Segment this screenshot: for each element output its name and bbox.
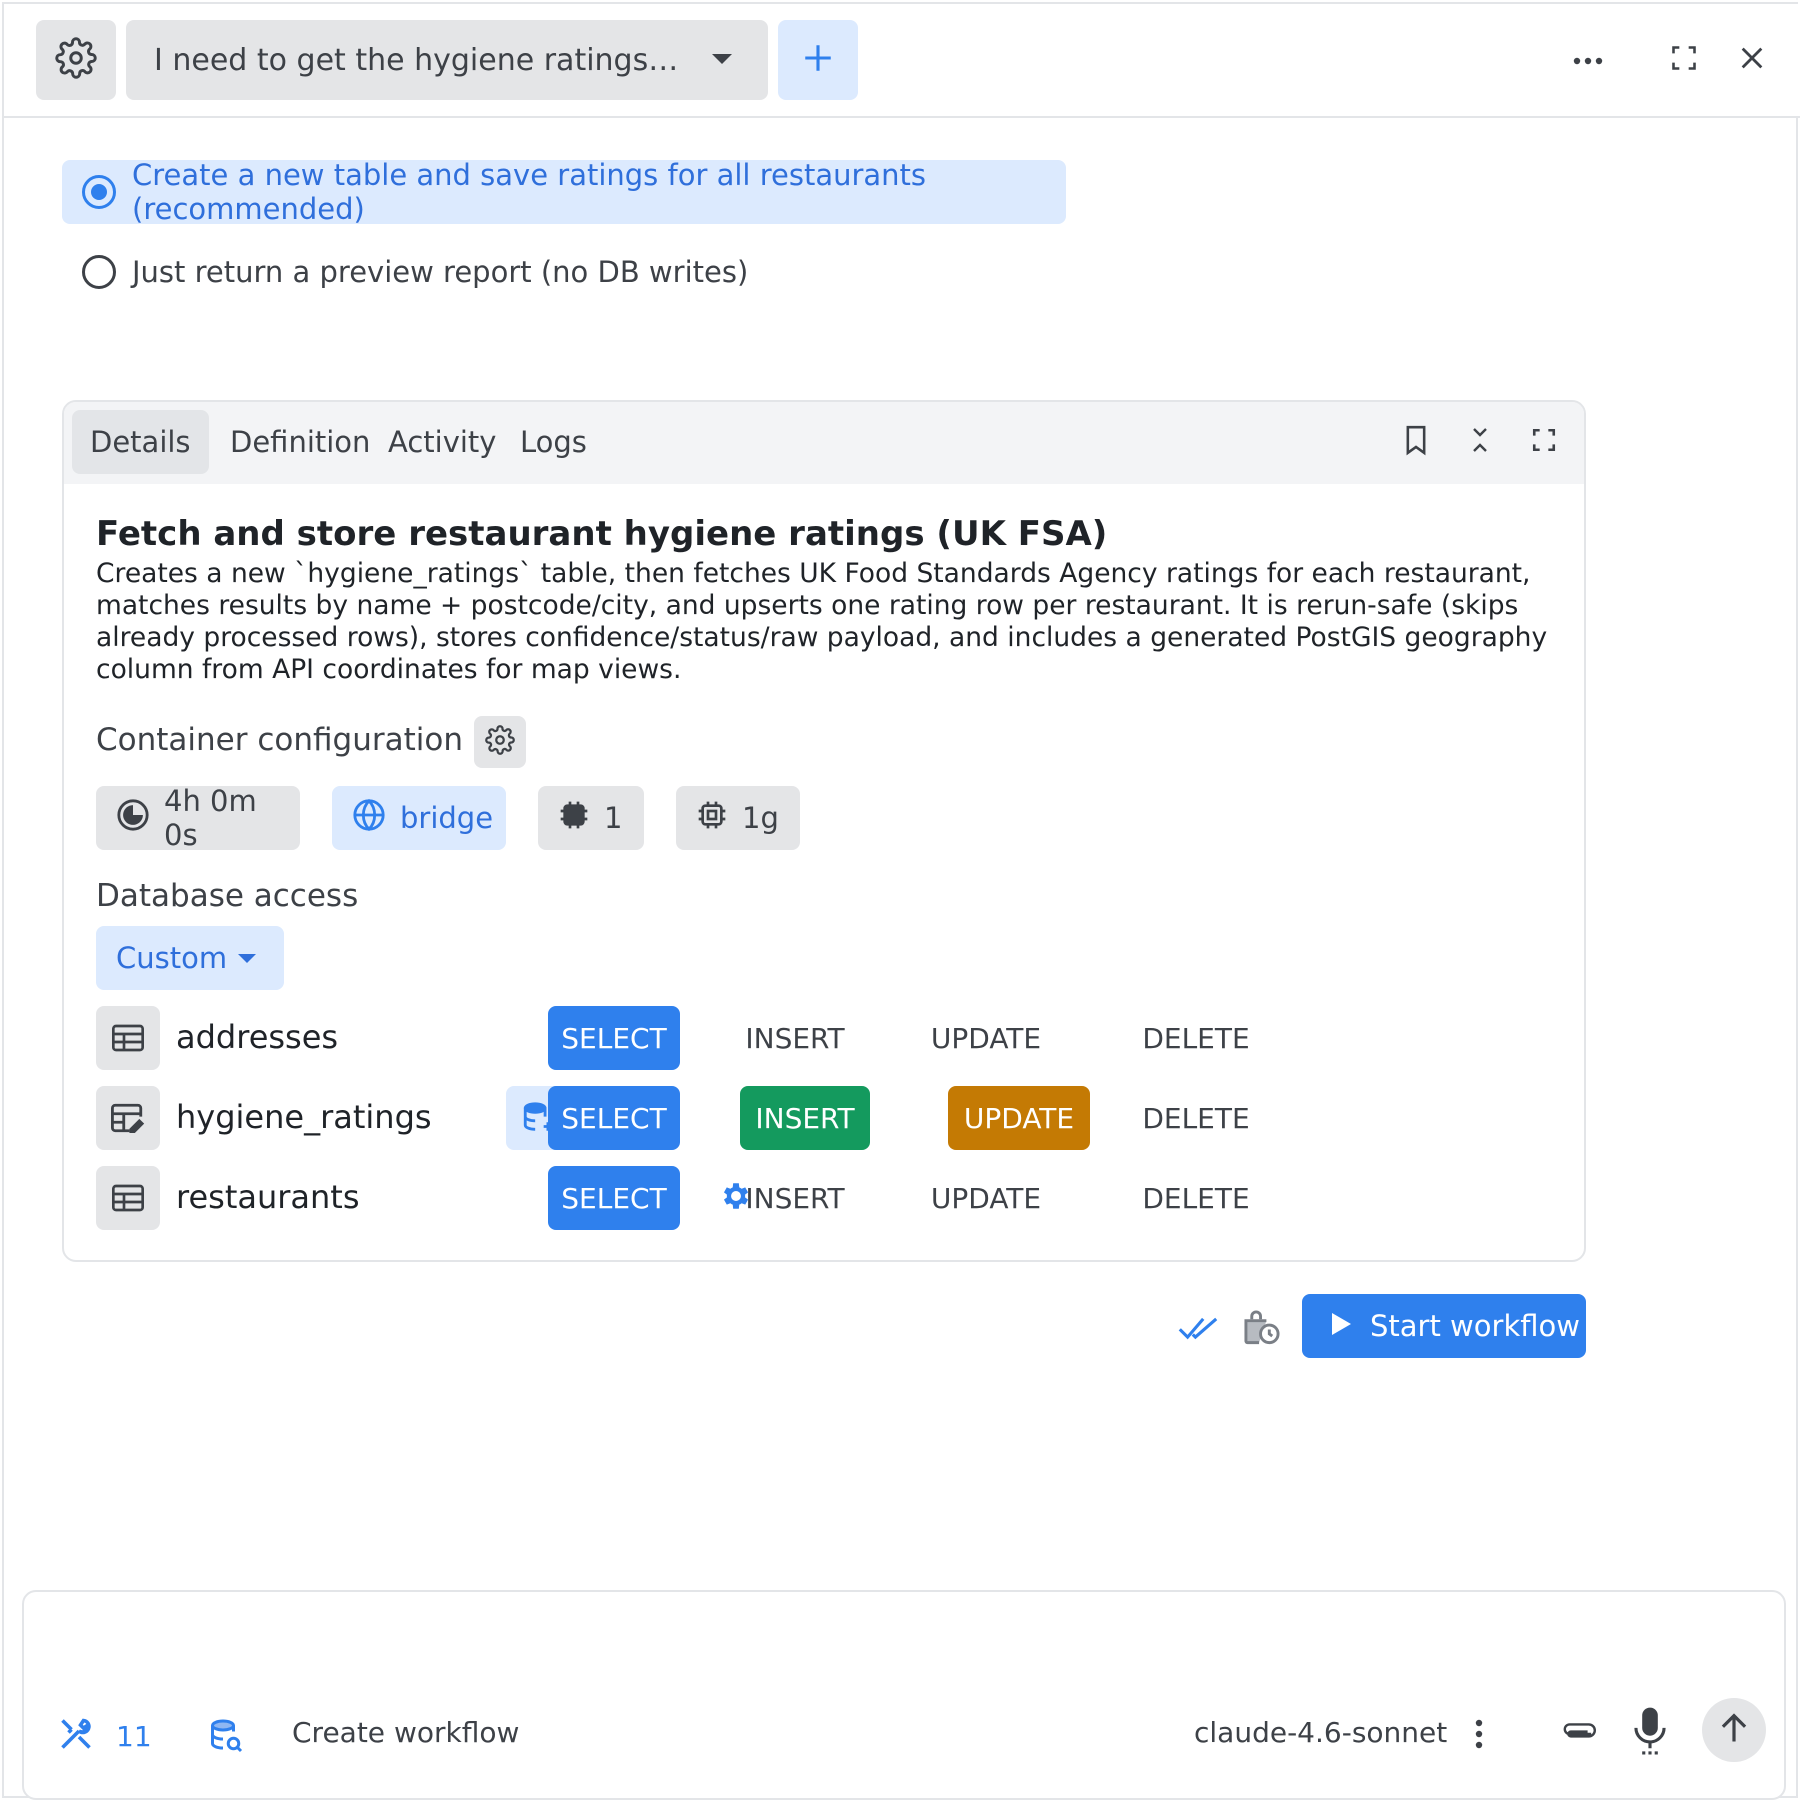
send-button[interactable] [1702,1698,1766,1762]
cpu-icon [558,799,590,838]
tab-logs[interactable]: Logs [502,410,605,474]
collapse-icon [1468,426,1492,458]
table-name: addresses [176,1018,339,1056]
arrow-up-icon [1719,1712,1749,1748]
chevron-down-icon [238,954,256,963]
timer-icon [116,798,150,839]
tab-definition[interactable]: Definition [212,410,388,474]
more-options-button[interactable] [1568,40,1608,80]
table-icon [96,1006,160,1070]
message-composer[interactable] [22,1590,1786,1800]
network-chip[interactable]: bridge [332,786,506,850]
db-access-mode-dropdown[interactable]: Custom [96,926,284,990]
tab-details[interactable]: Details [72,410,209,474]
paperclip-icon [1560,1720,1596,1752]
container-config-label: Container configuration [96,722,463,758]
select-permission-toggle[interactable]: SELECT [548,1166,680,1230]
select-permission-toggle[interactable]: SELECT [548,1006,680,1070]
start-workflow-button[interactable]: Start workflow [1302,1294,1586,1358]
expand-card-button[interactable] [1526,424,1562,460]
workflow-card: Details Definition Activity Logs Fetch a… [62,400,1586,1262]
insert-permission-toggle[interactable]: INSERT [730,1166,860,1230]
option-create-table[interactable]: Create a new table and save ratings for … [62,158,1066,226]
update-permission-toggle[interactable]: UPDATE [916,1006,1056,1070]
chip-icon [696,799,728,838]
cpu-chip[interactable]: 1 [538,786,644,850]
new-conversation-button[interactable] [778,20,858,100]
voice-input-button[interactable] [1634,1706,1666,1760]
top-bar: I need to get the hygiene ratings f... [4,4,1800,118]
table-name: hygiene_ratings [176,1098,432,1136]
tools-count: 11 [116,1719,152,1753]
double-check-icon [1178,1315,1218,1345]
update-permission-toggle[interactable]: UPDATE [916,1166,1056,1230]
workflow-description: Creates a new `hygiene_ratings` table, t… [96,558,1548,685]
mode-label[interactable]: Create workflow [292,1716,519,1749]
option-preview-report[interactable]: Just return a preview report (no DB writ… [62,240,748,304]
database-search-button[interactable] [208,1718,244,1758]
delete-permission-toggle[interactable]: DELETE [1126,1166,1266,1230]
select-permission-toggle[interactable]: SELECT [548,1086,680,1150]
timeout-value: 4h 0m 0s [164,784,257,852]
conversation-title: I need to get the hygiene ratings f... [154,42,684,78]
delete-permission-toggle[interactable]: DELETE [1126,1086,1266,1150]
insert-permission-toggle[interactable]: INSERT [740,1086,870,1150]
attach-button[interactable] [1560,1720,1596,1752]
more-vertical-icon [1474,1718,1484,1754]
db-row-addresses: addresses SELECT INSERT UPDATE DELETE [96,1006,1396,1070]
more-horizontal-icon [1572,51,1604,70]
conversation-selector[interactable]: I need to get the hygiene ratings f... [126,20,768,100]
globe-icon [352,798,386,839]
memory-chip[interactable]: 1g [676,786,800,850]
gear-icon [55,37,97,83]
tools-button[interactable]: 11 [58,1716,152,1756]
table-icon [96,1166,160,1230]
delete-permission-toggle[interactable]: DELETE [1126,1006,1266,1070]
play-icon [1330,1309,1352,1343]
option-preview-report-label: Just return a preview report (no DB writ… [132,255,749,289]
db-row-restaurants: restaurants SELECT INSERT UPDATE DELETE [96,1166,1396,1230]
model-selector[interactable]: claude-4.6-sonnet [1194,1716,1447,1749]
close-button[interactable] [1732,40,1772,80]
insert-permission-toggle[interactable]: INSERT [730,1006,860,1070]
bag-clock-icon [1243,1310,1281,1350]
close-icon [1738,44,1766,76]
timeout-chip[interactable]: 4h 0m 0s [96,784,300,852]
table-name: restaurants [176,1178,360,1216]
schedule-button[interactable] [1240,1308,1284,1352]
database-access-label: Database access [96,878,359,914]
update-permission-toggle[interactable]: UPDATE [948,1086,1090,1150]
gear-icon [485,725,515,759]
fullscreen-icon [1670,44,1698,76]
card-tab-bar: Details Definition Activity Logs [64,402,1584,484]
fullscreen-button[interactable] [1664,40,1704,80]
microphone-icon [1634,1706,1666,1760]
approve-all-button[interactable] [1176,1308,1220,1352]
container-settings-button[interactable] [474,716,526,768]
collapse-button[interactable] [1462,424,1498,460]
radio-selected-icon [82,175,116,209]
bookmark-icon [1402,424,1430,460]
database-search-icon [208,1718,244,1758]
db-row-hygiene-ratings: hygiene_ratings SELECT INSERT UPDATE DEL… [96,1086,1396,1150]
model-options-button[interactable] [1474,1718,1484,1754]
workflow-title: Fetch and store restaurant hygiene ratin… [96,514,1108,554]
radio-unselected-icon [82,255,116,289]
db-access-mode-value: Custom [116,941,228,975]
tab-activity[interactable]: Activity [370,410,514,474]
tools-icon [58,1716,94,1756]
plus-icon [801,35,835,86]
fullscreen-icon [1531,427,1557,457]
chevron-down-icon [712,54,732,64]
network-value: bridge [400,801,494,835]
start-workflow-label: Start workflow [1370,1309,1580,1343]
app-window: I need to get the hygiene ratings f... C… [2,2,1800,1800]
settings-button[interactable] [36,20,116,100]
table-edit-icon [96,1086,160,1150]
memory-value: 1g [742,801,779,835]
option-create-table-label: Create a new table and save ratings for … [132,158,927,226]
bookmark-button[interactable] [1398,424,1434,460]
cpu-value: 1 [604,801,623,835]
